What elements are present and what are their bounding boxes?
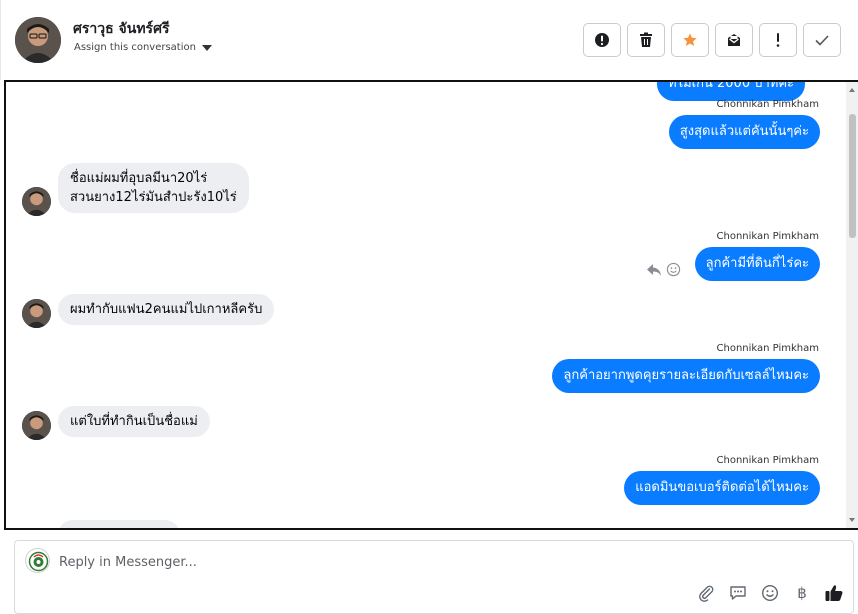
baht-icon: ฿ xyxy=(797,584,807,602)
saved-reply-icon xyxy=(730,586,746,600)
assign-conversation-dropdown[interactable]: Assign this conversation xyxy=(74,42,212,53)
outgoing-message: ลูกค้าอยากพูดคุยรายละเอียดกับเซลล์ไหมคะ xyxy=(552,359,820,393)
star-icon xyxy=(683,33,697,46)
scroll-up-arrow-icon[interactable] xyxy=(849,88,855,92)
conversation-pane[interactable]: ที่ไม่เกิน 2000 บาทค่ะ Chonnikan Pimkham… xyxy=(4,80,858,530)
scroll-down-arrow-icon[interactable] xyxy=(849,518,855,522)
outgoing-message: แอดมินขอเบอร์ติดต่อได้ไหมคะ xyxy=(624,471,820,505)
mark-done-button[interactable] xyxy=(803,23,841,57)
composer-tools: ฿ xyxy=(695,582,845,604)
exclamation-circle-icon xyxy=(595,33,609,47)
contact-name: ศราวุธ จันทร์ศรี xyxy=(73,21,170,37)
sender-name: Chonnikan Pimkham xyxy=(716,455,819,466)
incoming-message: แต่ใบที่ทำกินเป็นชื่อแม่ xyxy=(58,406,210,437)
follow-up-button[interactable] xyxy=(759,23,797,57)
incoming-message-line: สวนยาง12ไร่มันสำปะรัง10ไร่ xyxy=(70,190,237,205)
contact-avatar-small xyxy=(22,299,51,328)
reply-input[interactable] xyxy=(59,551,659,573)
payment-button[interactable]: ฿ xyxy=(791,582,813,604)
outgoing-message: ที่ไม่เกิน 2000 บาทค่ะ xyxy=(657,82,806,101)
reply-composer: ฿ xyxy=(14,540,854,614)
attach-button[interactable] xyxy=(695,582,717,604)
paperclip-icon xyxy=(699,585,714,602)
check-icon xyxy=(815,35,829,46)
conversation-actions xyxy=(583,23,841,57)
sender-name: Chonnikan Pimkham xyxy=(716,99,819,110)
mark-spam-button[interactable] xyxy=(583,23,621,57)
assign-label: Assign this conversation xyxy=(74,42,196,53)
scroll-thumb[interactable] xyxy=(849,114,856,238)
mark-unread-button[interactable] xyxy=(715,23,753,57)
delete-button[interactable] xyxy=(627,23,665,57)
message-scrollbar[interactable] xyxy=(846,82,858,528)
contact-avatar-small xyxy=(22,411,51,440)
exclamation-icon xyxy=(776,33,780,47)
message-hover-actions xyxy=(646,262,681,277)
emoji-react-icon[interactable] xyxy=(666,262,681,277)
contact-avatar-small xyxy=(22,187,51,216)
trash-icon xyxy=(640,32,652,47)
emoji-button[interactable] xyxy=(759,582,781,604)
incoming-message: ชื่อแม่ผมที่อุบลมีนา20ไร่ สวนยาง12ไร่มัน… xyxy=(58,163,249,213)
incoming-message-line: ชื่อแม่ผมที่อุบลมีนา20ไร่ xyxy=(70,171,208,186)
incoming-message xyxy=(58,520,180,528)
emoji-icon xyxy=(761,584,779,602)
conversation-header: ศราวุธ จันทร์ศรี Assign this conversatio… xyxy=(0,0,858,80)
page-logo-icon xyxy=(25,548,50,573)
message-list: ที่ไม่เกิน 2000 บาทค่ะ Chonnikan Pimkham… xyxy=(6,82,846,528)
envelope-icon xyxy=(728,34,740,46)
saved-replies-button[interactable] xyxy=(727,582,749,604)
contact-avatar[interactable] xyxy=(15,17,61,63)
like-button[interactable] xyxy=(823,582,845,604)
outgoing-message: ลูกค้ามีที่ดินกี่ไร่คะ xyxy=(694,247,820,281)
sender-name: Chonnikan Pimkham xyxy=(716,343,819,354)
outgoing-message: สูงสุดแล้วแต่คันนั้นๆค่ะ xyxy=(668,115,820,149)
thumbs-up-icon xyxy=(825,585,843,601)
sender-name: Chonnikan Pimkham xyxy=(716,231,819,242)
star-button[interactable] xyxy=(671,23,709,57)
caret-down-icon xyxy=(201,44,212,51)
incoming-message: ผมทำกับแฟน2คนแม่ไปเกาหลีครับ xyxy=(58,294,275,325)
reply-icon[interactable] xyxy=(646,263,662,277)
